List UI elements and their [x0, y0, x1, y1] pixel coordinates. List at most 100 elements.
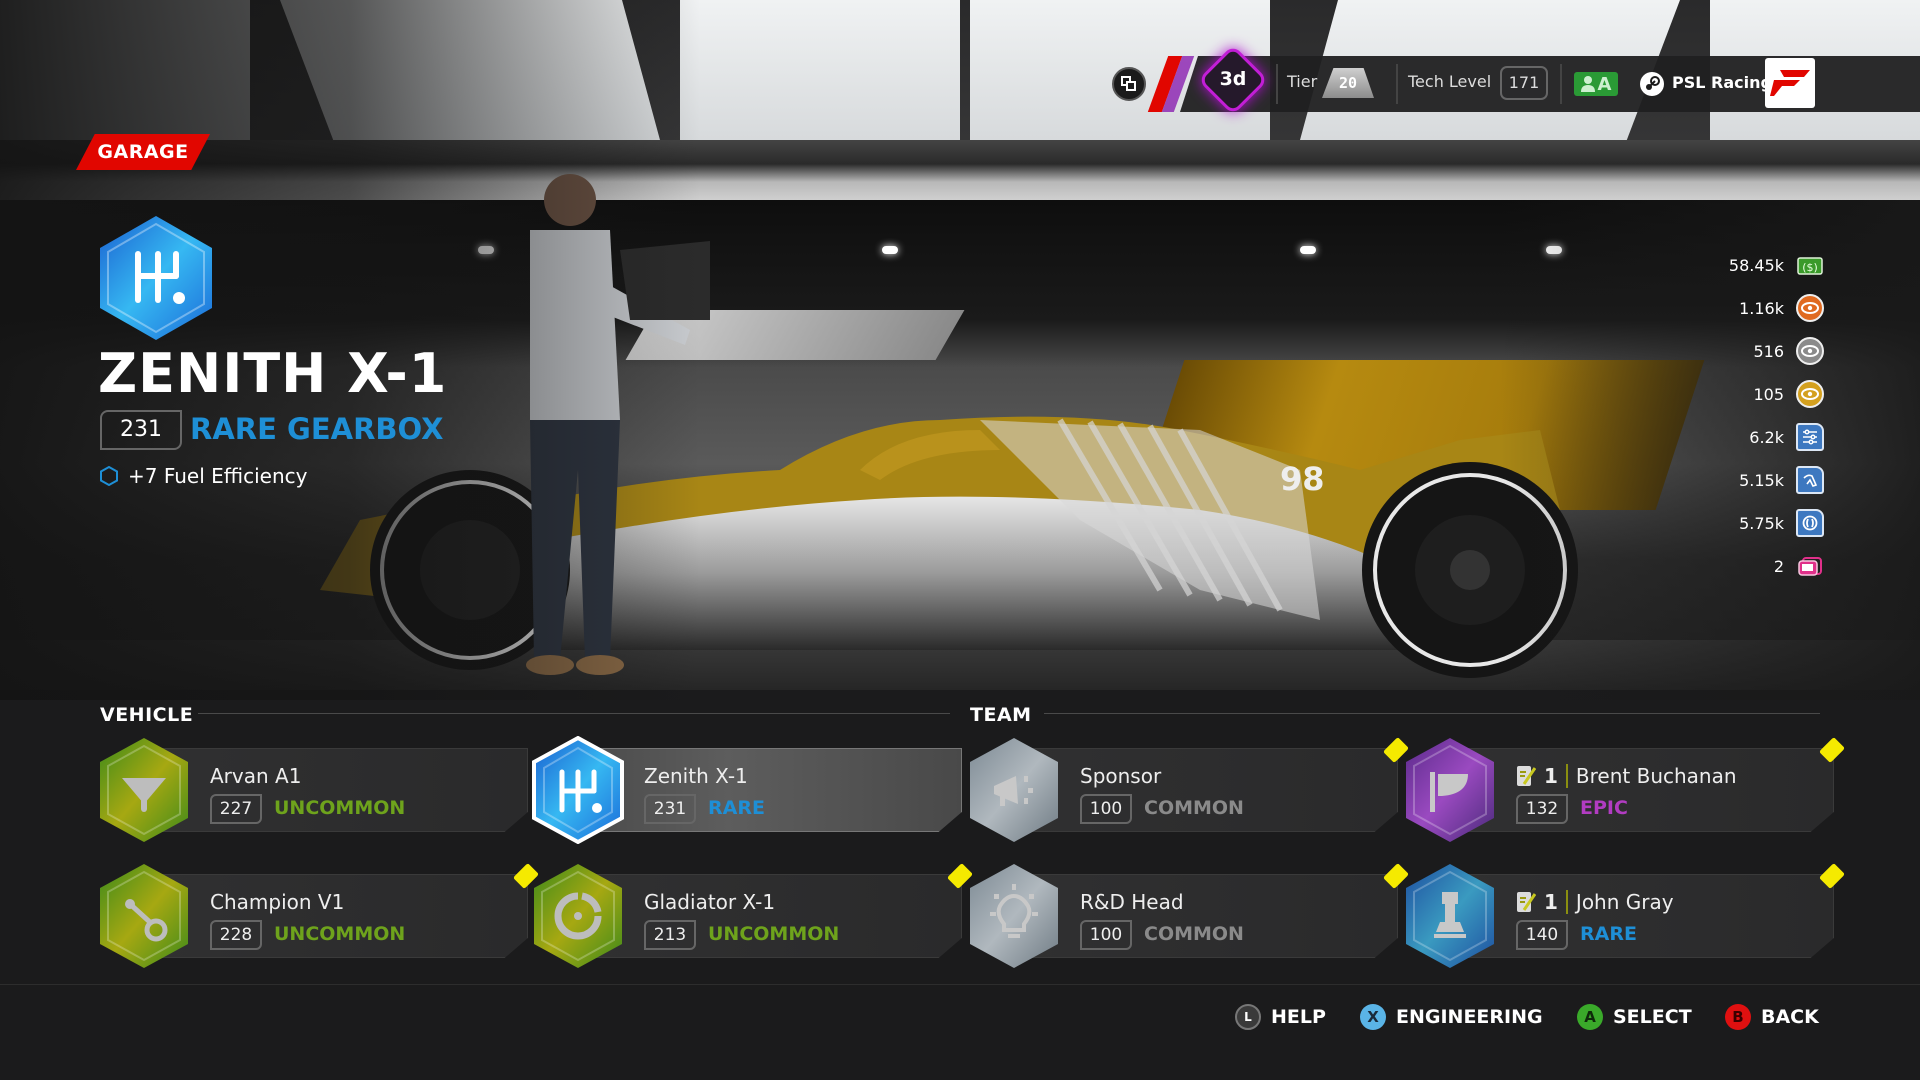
currency-aero: 5.15k [1739, 466, 1824, 494]
back-button[interactable]: B BACK [1725, 1004, 1819, 1030]
card-background [1444, 874, 1834, 958]
rarity-badge-rare [532, 736, 624, 844]
f1-logo [1765, 58, 1815, 108]
garage-screen: 98 3d Tier 20 Tech Level 171 A PSL Racin… [0, 0, 1920, 1080]
card-rarity: RARE [1580, 923, 1637, 945]
currency-tyre: 5.75k [1739, 509, 1824, 537]
card-name: R&D Head [1080, 890, 1184, 914]
vehicle-card-engine[interactable]: Gladiator X-1 213 UNCOMMON [532, 862, 974, 968]
card-level: 228 [210, 920, 262, 950]
ceiling-light-panel [680, 0, 960, 140]
separator [1565, 890, 1568, 914]
tier-label: Tier [1287, 72, 1318, 91]
platform-username[interactable]: PSL Racing [1672, 73, 1772, 92]
select-label: SELECT [1613, 1006, 1692, 1028]
part-title: ZENITH X-1 [98, 342, 448, 405]
team-card-sponsor[interactable]: Sponsor 100 COMMON [968, 736, 1410, 842]
part-icon-badge [100, 216, 212, 340]
divider [1560, 64, 1562, 104]
section-title-team: TEAM [970, 704, 1032, 726]
l-button-icon: L [1235, 1004, 1261, 1030]
cash-icon: ($) [1796, 251, 1824, 279]
eye-silver-icon [1796, 337, 1824, 365]
currency-cash: 58.45k ($) [1729, 251, 1824, 279]
card-rarity: COMMON [1144, 797, 1244, 819]
eye-orange-icon [1796, 294, 1824, 322]
currency-value: 5.15k [1739, 470, 1784, 490]
team-card-driver-john[interactable]: 1 John Gray 140 RARE [1404, 862, 1846, 968]
account-badge-letter: A [1597, 73, 1612, 95]
section-title-vehicle: VEHICLE [100, 704, 194, 726]
currency-value: 6.2k [1749, 427, 1784, 447]
steam-icon [1640, 72, 1664, 96]
card-rarity: RARE [708, 797, 765, 819]
svg-text:98: 98 [1280, 460, 1325, 498]
account-badge[interactable]: A [1574, 72, 1618, 96]
toggle-view-button[interactable] [1112, 67, 1146, 101]
currency-value: 516 [1753, 341, 1784, 361]
divider [1396, 64, 1398, 104]
currency-value: 58.45k [1728, 255, 1784, 275]
svg-text:($): ($) [1802, 261, 1818, 274]
rarity-badge-rare [1406, 864, 1494, 968]
card-level: 231 [644, 794, 696, 824]
card-rarity: EPIC [1580, 797, 1628, 819]
contract-icon [1517, 766, 1536, 786]
divider [1276, 64, 1278, 104]
separator [1565, 764, 1568, 788]
help-label: HELP [1271, 1006, 1326, 1028]
spot-light [882, 246, 898, 254]
card-background [1444, 748, 1834, 832]
currency-silver: 516 [1753, 337, 1824, 365]
toggle-view-icon [1121, 76, 1136, 91]
currency-value: 1.16k [1739, 298, 1784, 318]
vehicle-card-brakes[interactable]: Arvan A1 227 UNCOMMON [98, 738, 528, 842]
contract-count: 1 [1544, 764, 1558, 788]
card-name: Arvan A1 [210, 764, 302, 788]
currency-value: 2 [1773, 556, 1784, 576]
team-card-driver-brent[interactable]: 1 Brent Buchanan 132 EPIC [1404, 736, 1846, 842]
card-name: Champion V1 [210, 890, 345, 914]
tech-level-label: Tech Level [1408, 72, 1492, 91]
currency-gold: 105 [1753, 380, 1824, 408]
card-rarity: COMMON [1144, 923, 1244, 945]
contract-info: 1 Brent Buchanan [1516, 764, 1737, 788]
card-background [1008, 874, 1398, 958]
tech-level-value: 171 [1500, 66, 1548, 100]
section-divider [198, 713, 950, 714]
rarity-badge-uncommon [534, 864, 622, 968]
contract-info: 1 John Gray [1516, 890, 1674, 914]
back-label: BACK [1761, 1006, 1819, 1028]
currency-orange: 1.16k [1739, 294, 1824, 322]
card-background [572, 874, 962, 958]
currency-value: 105 [1753, 384, 1784, 404]
card-level: 227 [210, 794, 262, 824]
rarity-badge-uncommon [100, 864, 188, 968]
card-background [138, 874, 528, 958]
tyre-icon [1796, 509, 1824, 537]
engineering-label: ENGINEERING [1396, 1006, 1543, 1028]
card-background [572, 748, 962, 832]
card-name: Brent Buchanan [1575, 764, 1737, 788]
card-background [1008, 748, 1398, 832]
rarity-badge-epic [1406, 738, 1494, 842]
select-button[interactable]: A SELECT [1577, 1004, 1692, 1030]
engineering-button[interactable]: X ENGINEERING [1360, 1004, 1543, 1030]
card-level: 140 [1516, 920, 1568, 950]
part-rarity-type: RARE GEARBOX [190, 412, 444, 446]
team-card-rnd-head[interactable]: R&D Head 100 COMMON [968, 862, 1410, 968]
contract-count: 1 [1544, 890, 1558, 914]
card-rarity: UNCOMMON [274, 797, 406, 819]
currency-value: 5.75k [1739, 513, 1784, 533]
part-stat-text: +7 Fuel Efficiency [128, 464, 308, 488]
card-name: Gladiator X-1 [644, 890, 776, 914]
help-button[interactable]: L HELP [1235, 1004, 1326, 1030]
vehicle-card-suspension[interactable]: Champion V1 228 UNCOMMON [98, 862, 540, 968]
hexagon-bullet-icon [100, 466, 118, 486]
card-level: 213 [644, 920, 696, 950]
screen-tag: GARAGE [76, 134, 210, 170]
b-button-icon: B [1725, 1004, 1751, 1030]
rarity-badge-common [970, 738, 1058, 842]
card-level: 132 [1516, 794, 1568, 824]
vehicle-card-gearbox-selected[interactable]: Zenith X-1 231 RARE [532, 736, 962, 844]
